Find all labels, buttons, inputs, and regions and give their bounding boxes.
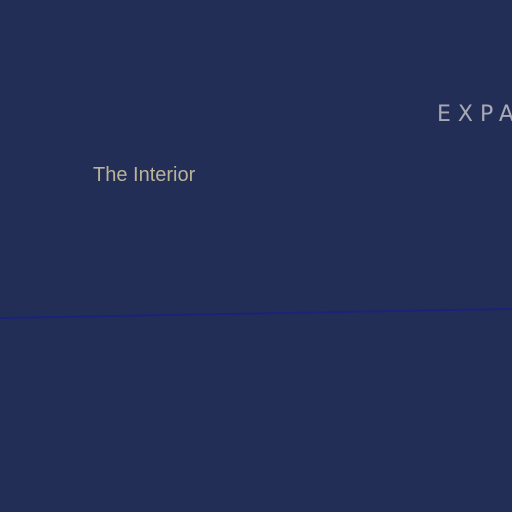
divider-stroke xyxy=(0,308,512,319)
section-heading: EXPA xyxy=(437,102,512,127)
interior-label: The Interior xyxy=(93,164,196,186)
canvas-stage: EXPA The Interior xyxy=(0,0,512,512)
divider-line xyxy=(0,308,512,319)
